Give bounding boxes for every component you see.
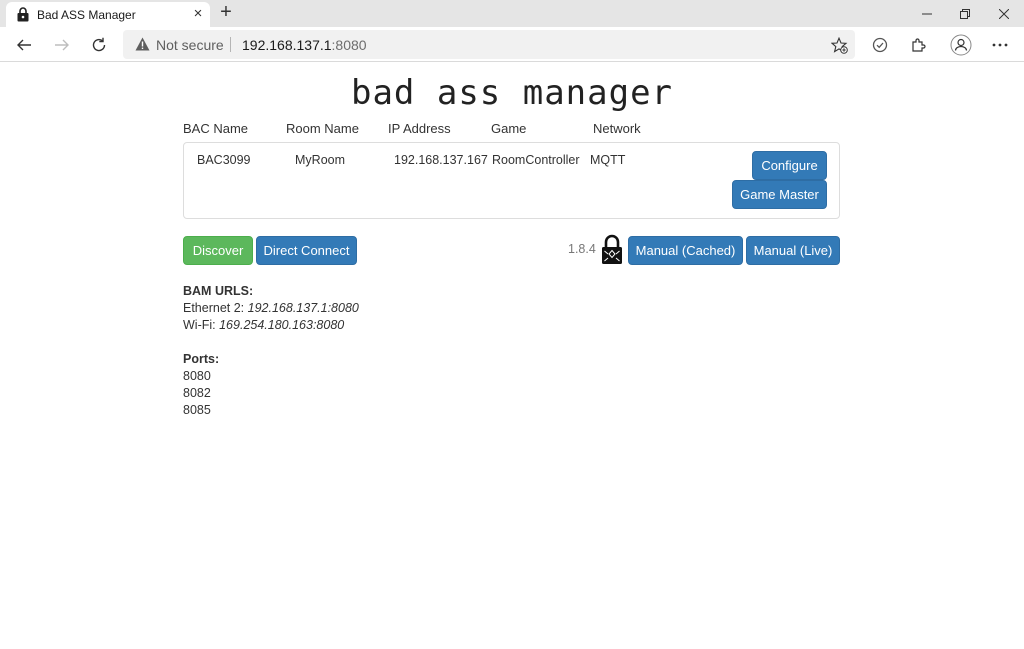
plus-icon[interactable]: + (216, 2, 236, 23)
browser-tab[interactable]: Bad ASS Manager × (6, 2, 210, 27)
column-header-network: Network (593, 121, 641, 136)
bam-urls-title: BAM URLS: (183, 284, 254, 298)
address-bar[interactable]: Not secure 192.168.137.1:8080 (123, 30, 855, 59)
bac-network: MQTT (590, 153, 626, 167)
security-label[interactable]: Not secure (156, 37, 224, 53)
extensions-icon[interactable] (906, 33, 930, 57)
column-header-ip-address: IP Address (388, 121, 451, 136)
column-header-game: Game (491, 121, 527, 136)
bac-row-panel: BAC3099 MyRoom 192.168.137.167 RoomContr… (183, 142, 840, 219)
manual-cached-button[interactable]: Manual (Cached) (628, 236, 743, 265)
version-label: 1.8.4 (568, 242, 596, 256)
column-header-bac-name: BAC Name (183, 121, 249, 136)
more-icon[interactable] (988, 33, 1012, 57)
direct-connect-button[interactable]: Direct Connect (256, 236, 357, 265)
address-separator (230, 37, 231, 52)
port-item: 8082 (183, 386, 211, 400)
url-line-wifi: Wi-Fi: 169.254.180.163:8080 (183, 318, 345, 332)
bac-room: MyRoom (295, 153, 346, 167)
configure-button[interactable]: Configure (752, 151, 827, 180)
lock-logo-icon (602, 234, 622, 264)
manual-live-button[interactable]: Manual (Live) (746, 236, 840, 265)
browser-titlebar: Bad ASS Manager × + (0, 0, 1024, 27)
discover-button[interactable]: Discover (183, 236, 253, 265)
restore-icon[interactable] (946, 0, 984, 27)
close-window-icon[interactable] (985, 0, 1023, 27)
minimize-icon[interactable] (908, 0, 946, 27)
forward-icon[interactable] (50, 33, 74, 57)
bac-game: RoomController (492, 153, 580, 167)
app-logo: bad ass manager (350, 73, 674, 113)
tab-title: Bad ASS Manager (37, 8, 136, 22)
favorite-star-icon[interactable] (829, 35, 849, 55)
ports-title: Ports: (183, 352, 220, 366)
refresh-icon[interactable] (87, 33, 111, 57)
port-item: 8085 (183, 403, 211, 417)
port-item: 8080 (183, 369, 211, 383)
bac-ip: 192.168.137.167 (394, 153, 488, 167)
url-text[interactable]: 192.168.137.1:8080 (242, 37, 367, 53)
url-line-ethernet: Ethernet 2: 192.168.137.1:8080 (183, 301, 359, 315)
back-icon[interactable] (12, 33, 36, 57)
lock-favicon-icon (17, 7, 29, 22)
url-port: :8080 (331, 37, 367, 53)
browser-toolbar: Not secure 192.168.137.1:8080 (0, 27, 1024, 62)
close-icon[interactable]: × (190, 6, 206, 22)
url-host: 192.168.137.1 (242, 37, 332, 53)
bac-name: BAC3099 (197, 153, 251, 167)
check-circle-icon[interactable] (868, 33, 892, 57)
warning-icon (135, 37, 150, 51)
game-master-button[interactable]: Game Master (732, 180, 827, 209)
profile-icon[interactable] (949, 33, 973, 57)
column-header-room-name: Room Name (286, 121, 359, 136)
